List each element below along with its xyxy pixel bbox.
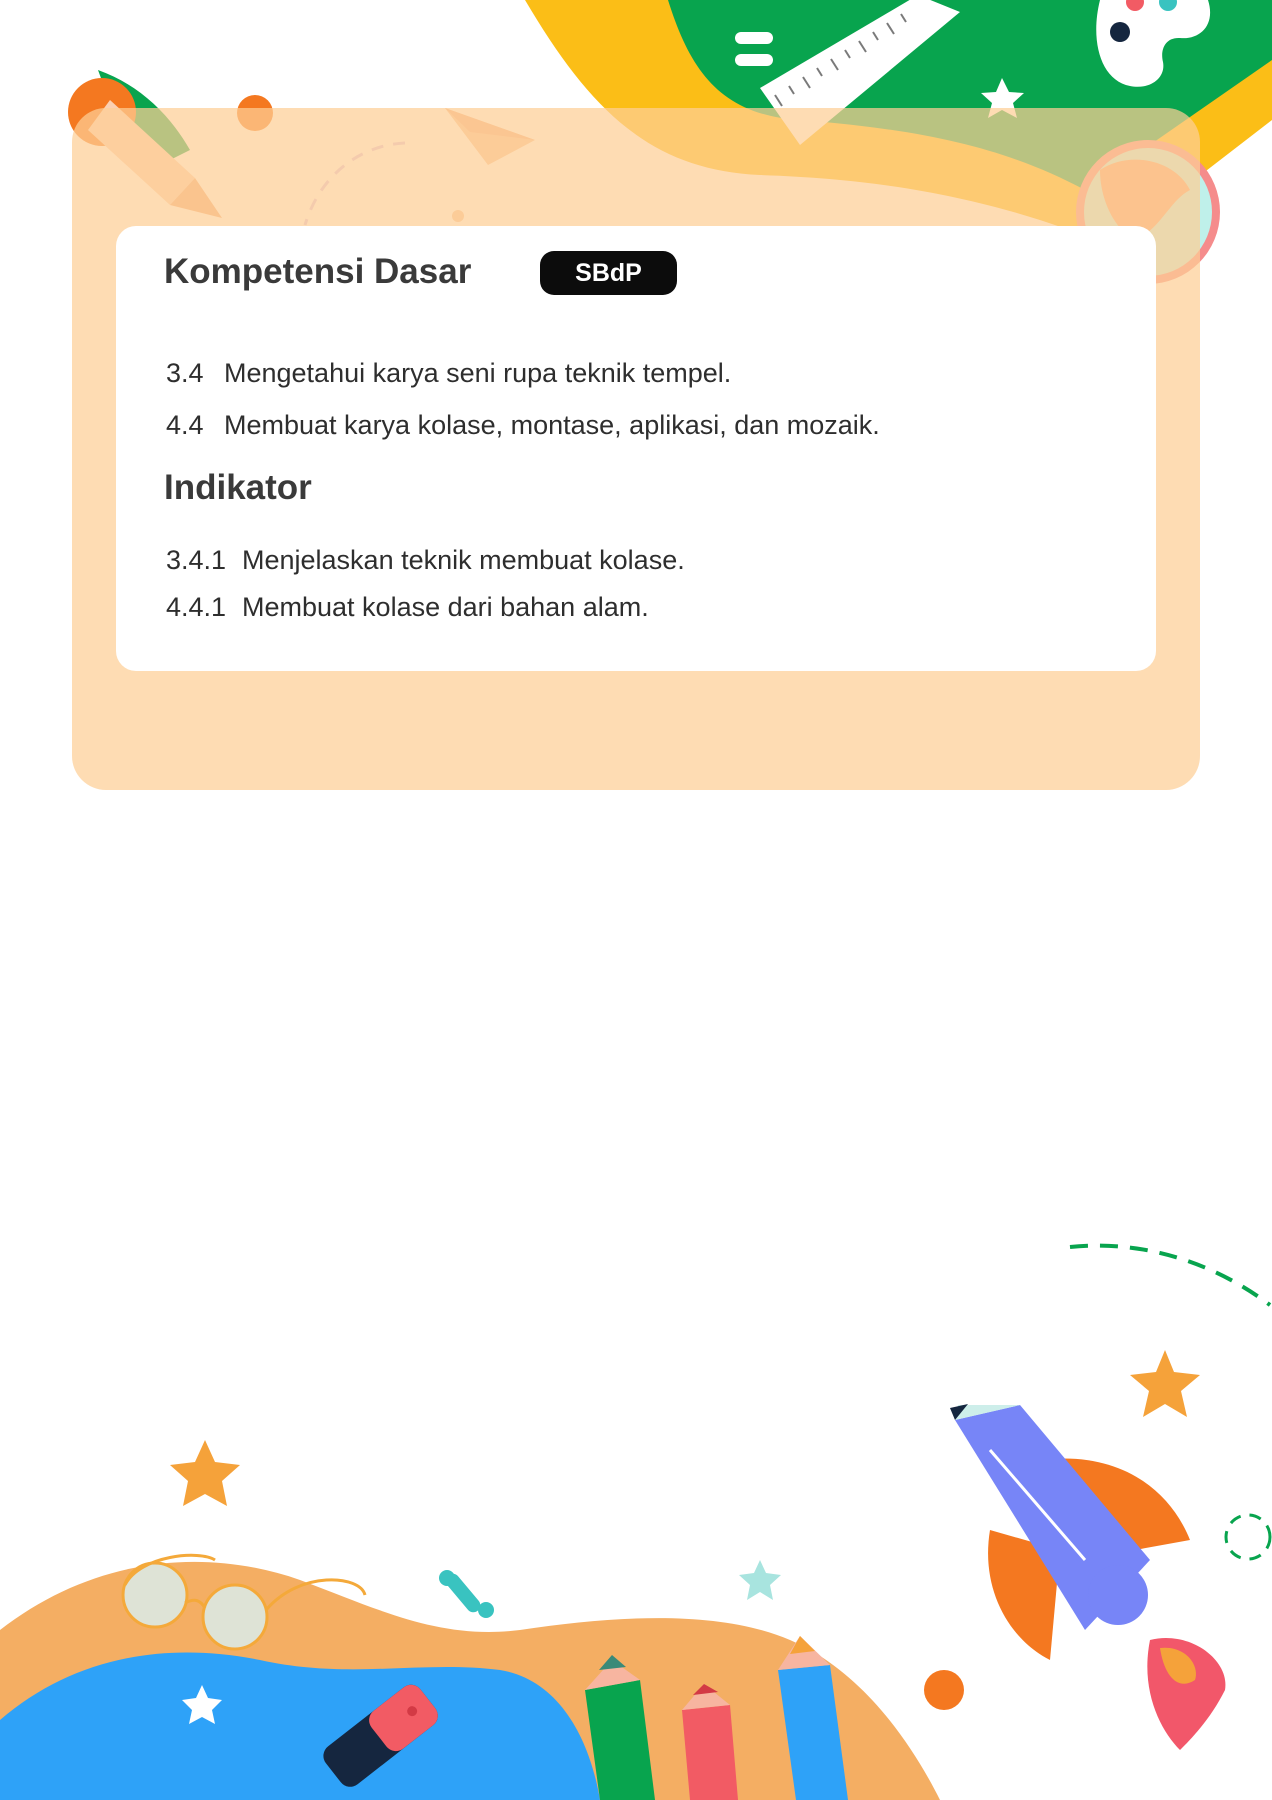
kompetensi-item-number: 3.4 [166,358,204,388]
indikator-item-number: 4.4.1 [166,592,227,622]
indikator-item: 3.4.1 Menjelaskan teknik membuat kolase. [166,545,685,576]
star-icon [1130,1350,1200,1417]
kompetensi-item-number: 4.4 [166,410,204,440]
bottom-decoration [0,1243,1272,1800]
indikator-item: 4.4.1 Membuat kolase dari bahan alam. [166,592,649,623]
star-icon [170,1440,240,1506]
indikator-item-text: Membuat kolase dari bahan alam. [242,592,649,622]
kompetensi-item: 3.4 Mengetahui karya seni rupa teknik te… [166,358,731,389]
kompetensi-item-text: Membuat karya kolase, montase, aplikasi,… [224,410,880,440]
percent-icon [439,1570,494,1618]
rocket-pencil-icon [950,1404,1226,1750]
kompetensi-dasar-title: Kompetensi Dasar [164,252,472,291]
indikator-title: Indikator [164,468,312,507]
star-icon [739,1560,781,1600]
subject-badge: SBdP [540,251,677,295]
indikator-item-number: 3.4.1 [166,545,227,575]
kompetensi-item-text: Mengetahui karya seni rupa teknik tempel… [224,358,732,388]
kompetensi-item: 4.4 Membuat karya kolase, montase, aplik… [166,410,880,441]
indikator-item-text: Menjelaskan teknik membuat kolase. [242,545,685,575]
